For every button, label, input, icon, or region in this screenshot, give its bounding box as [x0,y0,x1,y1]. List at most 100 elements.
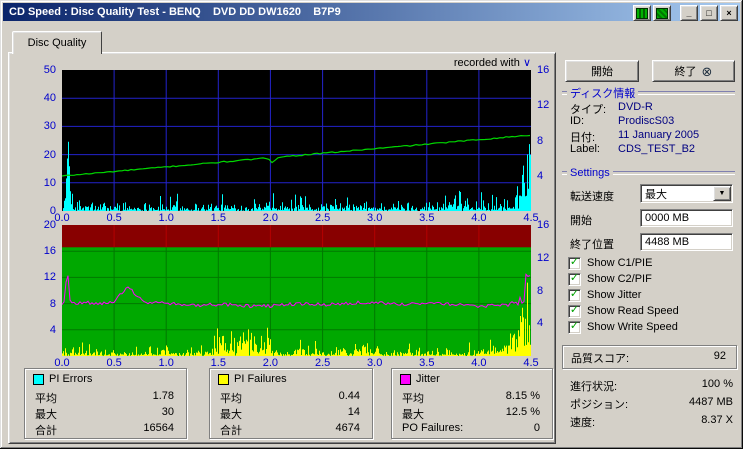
stat-label: 平均 [35,393,57,405]
top-chart-x-axis: 0.0 0.5 1.0 1.5 2.0 2.5 3.0 3.5 4.0 4.5 [54,212,538,224]
position-label: ポジション: [570,399,629,411]
checkmark-icon: ✓ [569,272,580,284]
legend-header: Jitter [400,373,440,385]
stat-label: 平均 [402,393,424,405]
stat-label: 平均 [220,393,242,405]
legend-header: PI Errors [33,373,92,385]
transfer-speed-dropdown[interactable]: 最大 ▼ [640,184,733,203]
title-green-button-2[interactable] [653,5,671,21]
legend-title-text: Jitter [416,373,440,385]
checkbox-box[interactable]: ✓ [568,320,581,334]
exit-button[interactable]: 終了 ⊗ [652,60,735,82]
stat-value: 1.78 [152,390,174,402]
stat-label: PO Failures: [402,422,464,434]
axis-tick: 8 [537,284,544,297]
disc-id-row: ID: ProdiscS03 [570,115,675,127]
legend-header: PI Failures [218,373,287,385]
green-disc-icon [656,7,668,19]
axis-tick: 8 [537,134,544,147]
axis-tick: 16 [537,219,550,231]
checkmark-icon: ✓ [569,256,580,268]
end-position-field[interactable]: 4488 MB [640,233,733,251]
axis-tick: 50 [43,64,56,76]
checkbox-box[interactable]: ✓ [568,256,581,270]
axis-tick: 1.5 [210,212,226,224]
speed-row: 速度: 8.37 X [570,414,733,430]
stat-label: 最大 [35,409,57,421]
checkbox-label: Show C1/PIE [587,257,653,269]
axis-tick: 0.5 [106,212,122,224]
start-button-label: 開始 [591,66,613,78]
progress-label: 進行状況: [570,381,618,393]
checkmark-icon: ✓ [569,288,580,300]
transfer-speed-label: 転送速度 [570,191,614,203]
checkbox-show-jitter[interactable]: ✓ Show Jitter [568,288,641,302]
window-controls: _ □ × [633,5,738,21]
checkbox-box[interactable]: ✓ [568,288,581,302]
maximize-button[interactable]: □ [700,5,718,21]
start-position-field[interactable]: 0000 MB [640,209,733,227]
title-green-button-1[interactable] [633,5,651,21]
dropdown-arrow-button[interactable]: ▼ [713,186,731,201]
speed-label: 速度: [570,417,596,429]
top-chart-left-axis: 50 40 30 20 10 0 [28,64,58,217]
quality-score-value: 92 [713,350,726,362]
legend-title-text: PI Errors [49,373,93,385]
axis-tick: 12 [43,271,56,284]
stat-value: 12.5 % [505,406,540,418]
checkbox-show-c2-pif[interactable]: ✓ Show C2/PIF [568,272,652,286]
axis-tick: 12 [537,251,550,264]
axis-tick: 8 [49,297,56,310]
close-button[interactable]: × [720,5,738,21]
stat-label: 合計 [220,425,242,437]
stat-label: 合計 [35,425,57,437]
axis-tick: 3.5 [419,212,435,224]
axis-tick: 20 [43,148,56,161]
tab-disc-quality[interactable]: Disc Quality [12,31,102,54]
checkmark-icon: ✓ [569,304,580,316]
axis-tick: 4 [537,317,544,330]
stat-value: 14 [347,406,360,418]
jitter-swatch [400,373,411,385]
end-position-label: 終了位置 [570,239,614,251]
dropdown-value: 最大 [645,188,667,201]
position-row: ポジション: 4487 MB [570,396,733,412]
exit-x-icon: ⊗ [701,63,713,79]
stat-value: 0.44 [338,390,360,402]
axis-tick: 2.0 [262,212,279,224]
checkbox-label: Show Jitter [587,289,642,301]
checkbox-label: Show C2/PIF [587,273,652,285]
axis-tick: 3.0 [367,212,383,224]
axis-tick: 10 [43,176,56,189]
stat-value: 0 [533,422,540,434]
axis-tick: 4.0 [471,212,487,224]
minimize-button[interactable]: _ [680,5,698,21]
green-graph-icon [636,7,648,19]
axis-tick: 40 [43,92,56,105]
bottom-chart-right-axis: 16 12 8 4 [535,219,557,329]
checkbox-label: Show Read Speed [587,305,679,317]
stat-value: 16564 [143,422,174,434]
checkbox-box[interactable]: ✓ [568,272,581,286]
axis-tick: 2.5 [314,212,331,224]
settings-header: Settings [562,167,735,179]
axis-tick: 16 [43,245,56,258]
pi-errors-legend: PI Errors 平均 1.78 最大 30 合計 16564 [24,368,187,439]
checkbox-label: Show Write Speed [587,321,678,333]
start-button[interactable]: 開始 [565,60,639,82]
position-value: 4487 MB [688,396,733,408]
speed-value: 8.37 X [701,414,733,426]
app-window: CD Speed : Disc Quality Test - BENQ DVD … [0,0,743,449]
chevron-down-icon[interactable]: ∨ [523,57,531,69]
recorded-with-label: recorded with ∨ [331,56,531,69]
quality-score-label: 品質スコア: [571,353,630,365]
checkbox-show-read-speed[interactable]: ✓ Show Read Speed [568,304,679,318]
axis-tick: 1.0 [158,212,174,224]
checkbox-show-c1-pie[interactable]: ✓ Show C1/PIE [568,256,652,270]
pi-errors-chart [61,70,531,211]
checkbox-show-write-speed[interactable]: ✓ Show Write Speed [568,320,678,334]
quality-score-box: 品質スコア: 92 [562,345,737,369]
checkbox-box[interactable]: ✓ [568,304,581,318]
progress-row: 進行状況: 100 % [570,378,733,394]
jitter-pi-failures-chart [61,225,531,356]
